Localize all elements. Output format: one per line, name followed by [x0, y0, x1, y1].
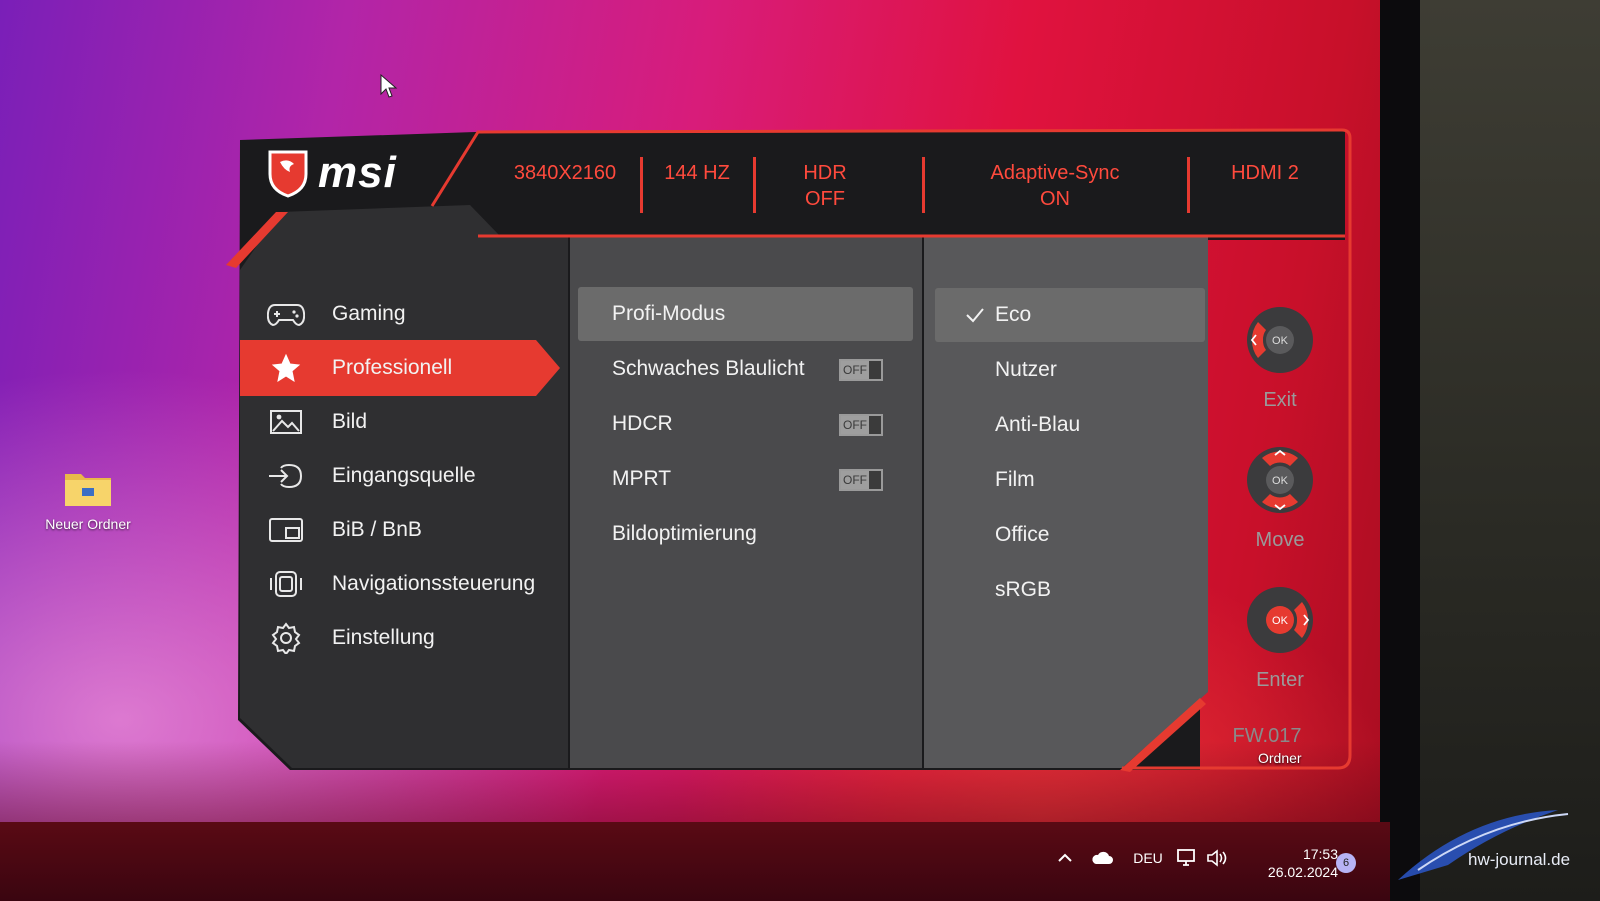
submenu-item-schwaches-blaulicht[interactable]: Schwaches Blaulicht OFF: [578, 342, 913, 396]
status-hdr-label: HDR: [803, 162, 847, 184]
status-separator: [922, 157, 925, 213]
hdcr-toggle[interactable]: OFF: [839, 414, 883, 436]
msi-logo: msi: [266, 148, 397, 198]
submenu-item-bildoptimierung[interactable]: Bildoptimierung: [578, 507, 913, 561]
toggle-knob: [869, 416, 881, 434]
status-sync-value: ON: [1040, 188, 1070, 210]
status-resolution: 3840X2160: [500, 160, 630, 186]
option-label: Office: [995, 523, 1050, 546]
gear-icon: [266, 622, 306, 654]
nav-item-navigationssteuerung[interactable]: Navigationssteuerung: [240, 556, 550, 612]
submenu-item-hdcr[interactable]: HDCR OFF: [578, 397, 913, 451]
status-separator: [753, 157, 756, 213]
dpad-updown-icon: OK: [1247, 447, 1313, 513]
option-label: sRGB: [995, 578, 1052, 601]
status-input: HDMI 2: [1210, 160, 1320, 186]
nav-item-eingangsquelle[interactable]: Eingangsquelle: [240, 448, 550, 504]
submenu-label: Schwaches Blaulicht: [612, 357, 805, 380]
control-label: Enter: [1256, 669, 1304, 691]
control-label: Move: [1255, 529, 1305, 551]
status-adaptive-sync: Adaptive-Sync ON: [955, 160, 1155, 212]
option-label: Film: [995, 468, 1035, 491]
nav-label: Gaming: [332, 302, 406, 325]
image-icon: [266, 406, 306, 438]
status-hdr-value: OFF: [805, 188, 845, 210]
nav-item-bib-bnb[interactable]: BiB / BnB: [240, 502, 550, 558]
option-srgb[interactable]: sRGB: [935, 563, 1205, 617]
dpad-ok-text: OK: [1272, 615, 1289, 627]
status-refresh-rate: 144 HZ: [652, 160, 742, 186]
option-nutzer[interactable]: Nutzer: [935, 343, 1205, 397]
option-label: Nutzer: [995, 358, 1057, 381]
status-separator: [640, 157, 643, 213]
option-eco[interactable]: Eco: [935, 288, 1205, 342]
pip-icon: [266, 514, 306, 546]
status-sync-label: Adaptive-Sync: [990, 162, 1120, 184]
toggle-state: OFF: [841, 361, 869, 379]
firmware-version: FW.017: [1232, 725, 1302, 747]
nav-label: Professionell: [332, 356, 453, 379]
nav-item-gaming[interactable]: Gaming: [240, 286, 550, 342]
dpad-left-icon: OK: [1247, 307, 1313, 373]
navigation-icon: [266, 568, 306, 600]
blue-light-toggle[interactable]: OFF: [839, 359, 883, 381]
control-enter: OK Enter: [1230, 582, 1330, 692]
msi-dragon-shield-icon: [268, 150, 308, 198]
nav-label: BiB / BnB: [332, 518, 422, 541]
status-input-text: HDMI 2: [1231, 162, 1299, 184]
option-film[interactable]: Film: [935, 453, 1205, 507]
option-anti-blau[interactable]: Anti-Blau: [935, 398, 1205, 452]
input-source-icon: [266, 460, 306, 492]
nav-item-professionell[interactable]: Professionell: [240, 340, 550, 396]
submenu-label: HDCR: [612, 412, 673, 435]
status-hdr: HDR OFF: [775, 160, 875, 212]
star-icon: [266, 352, 306, 384]
nav-item-bild[interactable]: Bild: [240, 394, 550, 450]
brand-text: msi: [318, 148, 397, 197]
control-label: Exit: [1263, 389, 1297, 411]
checkmark-icon: [959, 307, 991, 323]
nav-label: Eingangsquelle: [332, 464, 476, 487]
submenu-item-profi-modus[interactable]: Profi-Modus: [578, 287, 913, 341]
submenu-label: Bildoptimierung: [612, 522, 757, 545]
dpad-ok-text: OK: [1272, 335, 1289, 347]
toggle-knob: [869, 471, 881, 489]
monitor-osd: msi 3840X2160 144 HZ HDR OFF Adaptive-Sy…: [0, 0, 1600, 901]
status-refresh-text: 144 HZ: [664, 162, 730, 184]
status-separator: [1187, 157, 1190, 213]
submenu-item-mprt[interactable]: MPRT OFF: [578, 452, 913, 506]
nav-label: Navigationssteuerung: [332, 572, 536, 595]
dpad-ok-icon: OK: [1247, 587, 1313, 653]
option-office[interactable]: Office: [935, 508, 1205, 562]
mprt-toggle[interactable]: OFF: [839, 469, 883, 491]
nav-label: Bild: [332, 410, 368, 433]
control-exit: OK Exit: [1230, 302, 1330, 412]
dpad-ok-text: OK: [1272, 475, 1289, 487]
nav-label: Einstellung: [332, 626, 435, 649]
submenu-label: Profi-Modus: [612, 302, 726, 325]
toggle-knob: [869, 361, 881, 379]
status-resolution-text: 3840X2160: [513, 162, 617, 184]
toggle-state: OFF: [841, 471, 869, 489]
option-label: Anti-Blau: [995, 413, 1081, 436]
gamepad-icon: [266, 298, 306, 330]
nav-item-einstellung[interactable]: Einstellung: [240, 610, 550, 666]
control-move: OK Move: [1230, 442, 1330, 552]
toggle-state: OFF: [841, 416, 869, 434]
submenu-label: MPRT: [612, 467, 672, 490]
option-label: Eco: [995, 303, 1032, 326]
